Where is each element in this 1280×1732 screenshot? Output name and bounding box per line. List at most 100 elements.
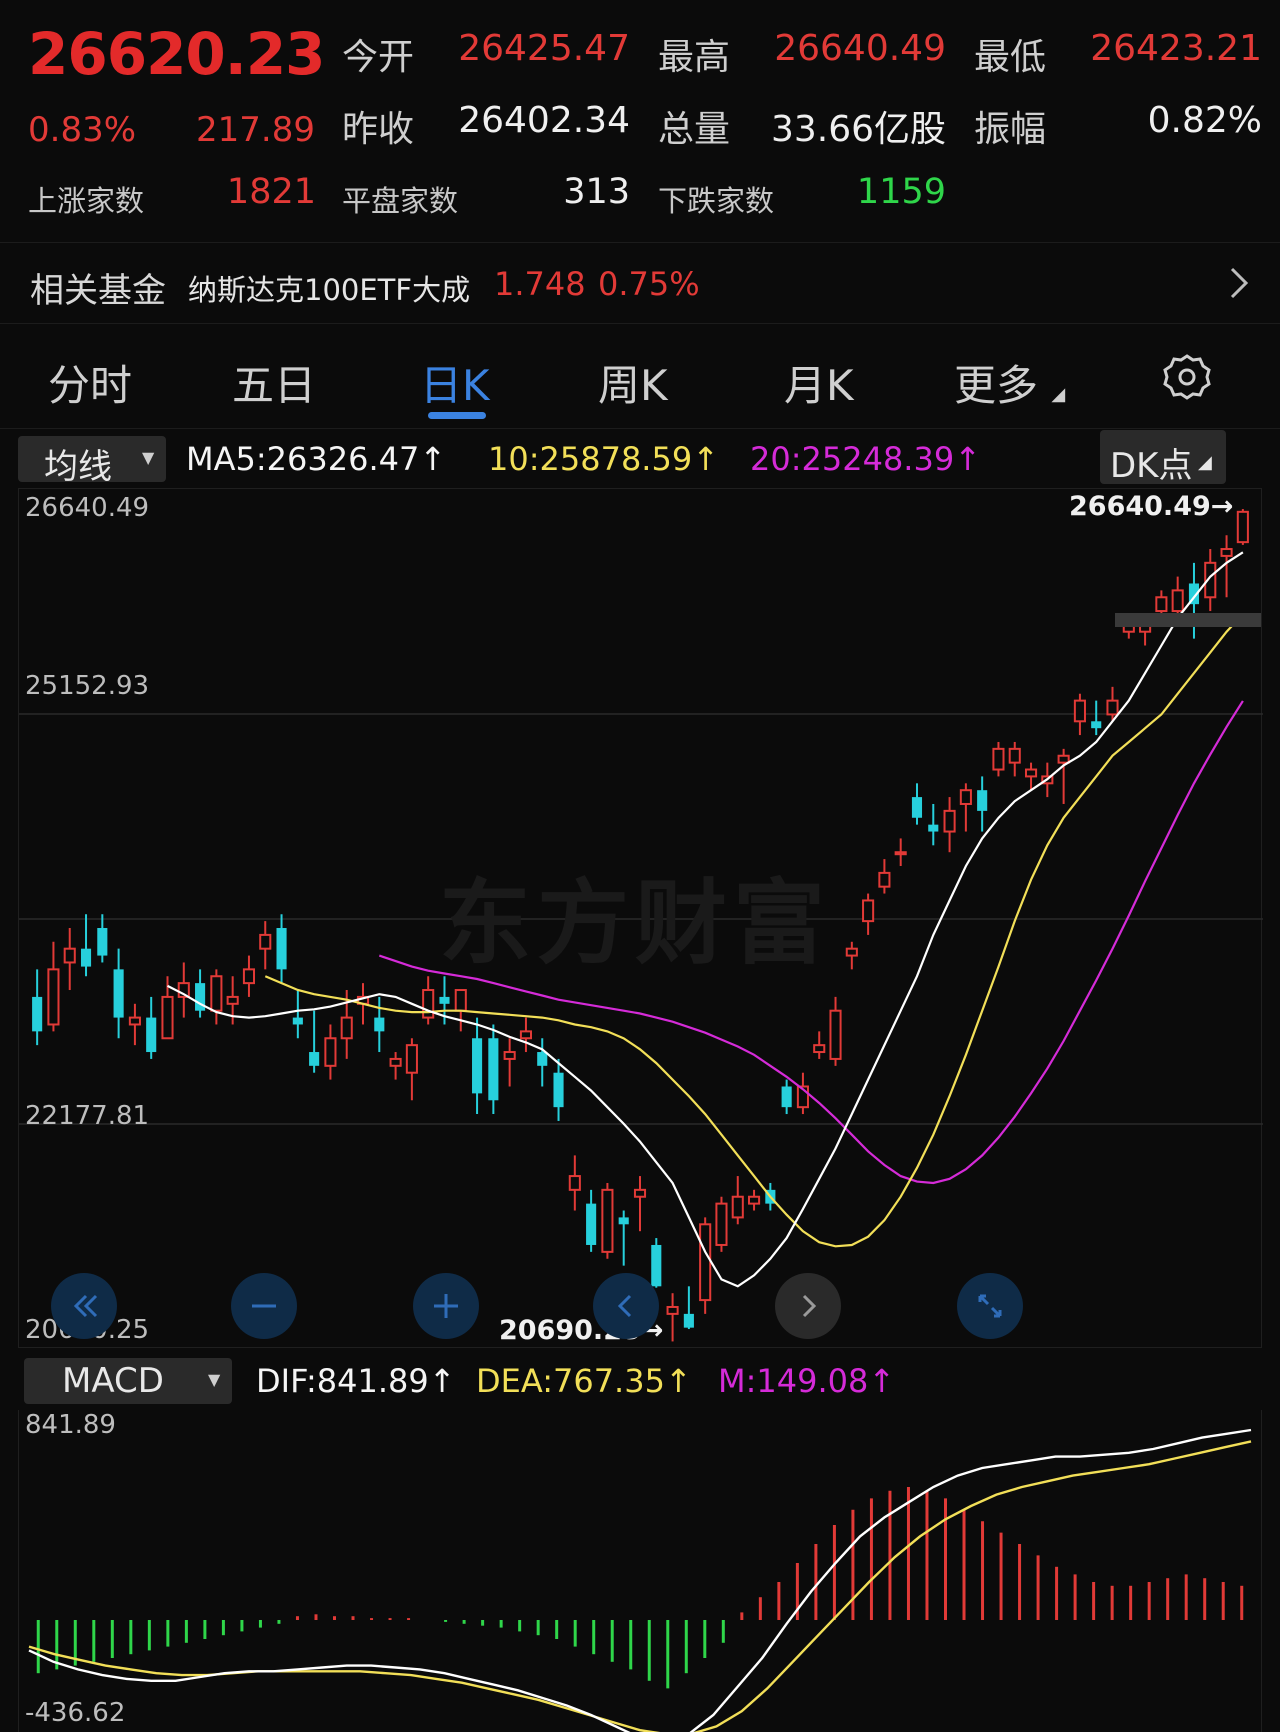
chevron-right-icon bbox=[802, 1294, 817, 1318]
tab-daily-k[interactable]: 日K bbox=[420, 352, 490, 413]
candle-body bbox=[63, 947, 76, 964]
candle-body bbox=[439, 996, 450, 1004]
tab-five-day[interactable]: 五日 bbox=[232, 352, 316, 413]
range-scrollbar[interactable] bbox=[1115, 613, 1261, 627]
candle-body bbox=[242, 968, 256, 985]
watermark: 东方财富 bbox=[439, 870, 832, 977]
macd-axis-top: 841.89 bbox=[25, 1410, 116, 1440]
candle-body bbox=[568, 1175, 581, 1191]
chevron-left-icon bbox=[617, 1294, 632, 1318]
change-amount: 217.89 bbox=[196, 110, 315, 150]
candle-body bbox=[472, 1038, 483, 1094]
open-label: 今开 bbox=[342, 37, 415, 78]
amplitude-label: 振幅 bbox=[974, 109, 1047, 150]
up-count-label: 上涨家数 bbox=[28, 184, 145, 218]
scroll-right-button[interactable] bbox=[775, 1273, 841, 1339]
candle-body bbox=[601, 1188, 614, 1253]
candle-body bbox=[553, 1072, 564, 1108]
gear-icon[interactable] bbox=[1162, 352, 1212, 406]
macd-axis-bottom: -436.62 bbox=[25, 1698, 126, 1728]
fund-percent: 0.75% bbox=[598, 265, 700, 303]
candle-body bbox=[210, 975, 223, 1012]
ma5-value: MA5:26326.47↑ bbox=[186, 440, 447, 478]
scroll-left-button[interactable] bbox=[593, 1273, 659, 1339]
candle-body bbox=[862, 899, 875, 923]
candle-body bbox=[1171, 589, 1184, 613]
tab-weekly-k[interactable]: 周K bbox=[598, 352, 668, 413]
candle-body bbox=[47, 968, 60, 1026]
candle-body bbox=[1073, 699, 1086, 723]
candle-body bbox=[128, 1016, 141, 1026]
fullscreen-button[interactable] bbox=[957, 1273, 1023, 1339]
candle-body bbox=[488, 1038, 499, 1101]
max-price-marker: 26640.49→ bbox=[1069, 491, 1234, 522]
fund-name[interactable]: 纳斯达克100ETF大成 bbox=[188, 267, 470, 309]
expand-icon bbox=[978, 1294, 1002, 1318]
candle-body bbox=[1106, 699, 1119, 716]
candlestick-chart[interactable]: 东方财富 26640.49 25152.93 22177.81 20690.25… bbox=[18, 488, 1263, 1348]
candle-body bbox=[422, 989, 435, 1019]
volume-label: 总量 bbox=[658, 109, 731, 150]
candle-body bbox=[374, 1017, 385, 1032]
ma20-value: 20:25248.39↑ bbox=[750, 440, 981, 478]
candle-body bbox=[259, 933, 272, 950]
ma-select-label: 均线 bbox=[44, 447, 112, 487]
dif-line bbox=[28, 1428, 1252, 1732]
ma10-value: 10:25878.59↑ bbox=[488, 440, 719, 478]
dk-point-button[interactable]: DK点 ◢ bbox=[1100, 430, 1226, 486]
double-chevron-left-icon bbox=[73, 1294, 98, 1318]
low-value: 26423.21 bbox=[1090, 28, 1262, 69]
candle-body bbox=[699, 1223, 712, 1302]
flat-count-label: 平盘家数 bbox=[342, 184, 459, 218]
candle-body bbox=[813, 1044, 826, 1054]
candle-body bbox=[1057, 754, 1070, 764]
tab-more[interactable]: 更多 ◢ bbox=[954, 352, 1065, 413]
open-value: 26425.47 bbox=[458, 28, 630, 69]
candle-body bbox=[113, 969, 124, 1018]
k-axis-mid2: 22177.81 bbox=[25, 1101, 150, 1131]
candle-body bbox=[146, 1017, 157, 1053]
candle-body bbox=[1008, 747, 1021, 764]
related-fund-row[interactable]: 相关基金 纳斯达克100ETF大成 1.748 0.75% bbox=[0, 242, 1280, 324]
candle-body bbox=[586, 1203, 597, 1245]
tab-more-label: 更多 bbox=[954, 361, 1039, 410]
k-axis-mid1: 25152.93 bbox=[25, 671, 150, 701]
candle-body bbox=[1155, 596, 1168, 613]
triangle-down-icon: ◢ bbox=[1051, 384, 1066, 405]
macd-select-label: MACD bbox=[62, 1361, 164, 1401]
candle-body bbox=[309, 1052, 320, 1066]
candle-body bbox=[32, 996, 43, 1032]
rewind-button[interactable] bbox=[51, 1273, 117, 1339]
candle-body bbox=[1220, 548, 1233, 557]
candle-body bbox=[97, 928, 108, 956]
candle-body bbox=[519, 1030, 532, 1040]
candle-body bbox=[683, 1313, 694, 1328]
candle-body bbox=[1024, 768, 1038, 778]
candle-body bbox=[389, 1057, 402, 1067]
dif-value: DIF:841.89↑ bbox=[256, 1362, 456, 1400]
related-fund-label: 相关基金 bbox=[30, 271, 166, 311]
m-value: M:149.08↑ bbox=[718, 1362, 896, 1400]
prev-close-label: 昨收 bbox=[342, 109, 415, 150]
fund-price: 1.748 bbox=[494, 265, 586, 303]
candle-body bbox=[1236, 510, 1249, 544]
candle-body bbox=[748, 1195, 761, 1205]
dea-line bbox=[28, 1440, 1252, 1732]
macd-select[interactable]: MACD ▼ bbox=[24, 1358, 232, 1404]
candle-body bbox=[454, 989, 467, 1012]
zoom-out-button[interactable] bbox=[231, 1273, 297, 1339]
tab-intraday[interactable]: 分时 bbox=[48, 352, 132, 413]
macd-chart[interactable]: 841.89 -436.62 bbox=[18, 1410, 1262, 1732]
chevron-right-icon[interactable] bbox=[1226, 263, 1252, 307]
ma-select[interactable]: 均线 ▼ bbox=[18, 436, 166, 487]
candle-body bbox=[977, 790, 988, 811]
candle-body bbox=[405, 1044, 418, 1074]
candle-body bbox=[226, 995, 239, 1005]
candle-body bbox=[878, 871, 891, 888]
zoom-in-button[interactable] bbox=[413, 1273, 479, 1339]
dropdown-arrow-icon: ▼ bbox=[142, 448, 155, 467]
candle-body bbox=[651, 1244, 662, 1287]
tab-monthly-k[interactable]: 月K bbox=[784, 352, 854, 413]
corner-triangle-icon: ◢ bbox=[1198, 452, 1212, 473]
candle-body bbox=[633, 1188, 647, 1198]
